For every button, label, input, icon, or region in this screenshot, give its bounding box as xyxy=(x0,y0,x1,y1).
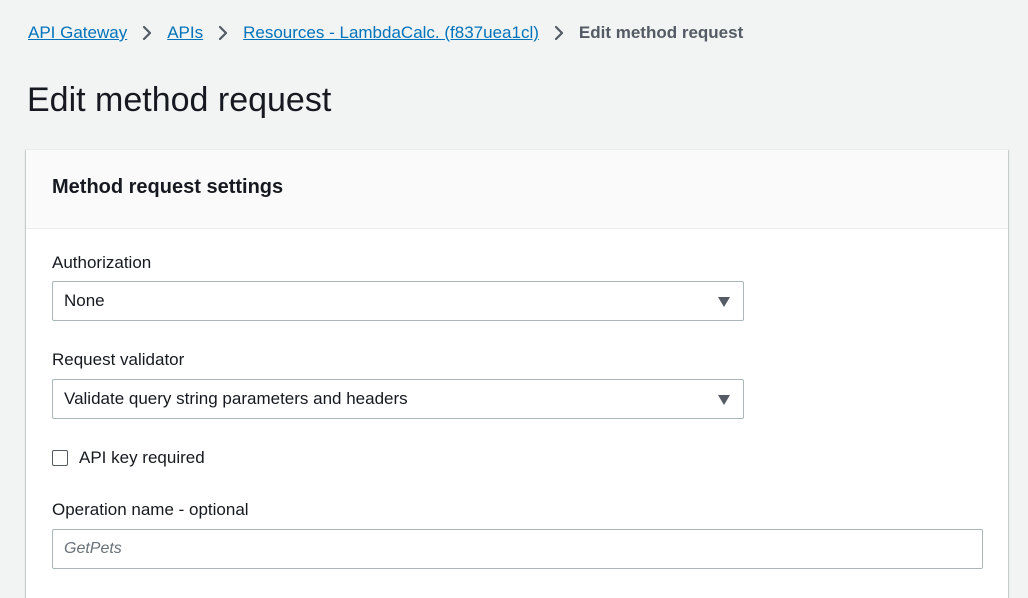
method-request-settings-panel: Method request settings Authorization No… xyxy=(26,149,1008,598)
panel-header: Method request settings xyxy=(26,150,1008,229)
chevron-right-icon xyxy=(203,22,243,44)
chevron-right-icon xyxy=(539,22,579,44)
caret-down-icon xyxy=(717,394,731,406)
operation-name-label: Operation name - optional xyxy=(52,500,249,519)
breadcrumb-current: Edit method request xyxy=(578,23,744,42)
breadcrumb-link-resources[interactable]: Resources - LambdaCalc. (f837uea1cl) xyxy=(243,22,539,44)
api-key-required-row[interactable]: API key required xyxy=(52,447,205,469)
breadcrumb-link-api-gateway[interactable]: API Gateway xyxy=(28,22,127,44)
edit-method-request-page: API Gateway APIs Resources - LambdaCalc.… xyxy=(0,0,1028,598)
page-title: Edit method request xyxy=(27,81,332,119)
chevron-right-icon xyxy=(127,22,167,44)
caret-down-icon xyxy=(717,296,731,308)
authorization-select-value: None xyxy=(64,291,105,310)
breadcrumb-link-apis[interactable]: APIs xyxy=(167,22,203,44)
request-validator-select[interactable]: Validate query string parameters and hea… xyxy=(52,379,744,419)
breadcrumb: API Gateway APIs Resources - LambdaCalc.… xyxy=(28,22,743,44)
api-key-required-checkbox[interactable] xyxy=(52,450,68,466)
panel-title: Method request settings xyxy=(52,176,284,198)
api-key-required-label: API key required xyxy=(79,448,205,467)
authorization-label: Authorization xyxy=(52,253,152,272)
authorization-select[interactable]: None xyxy=(52,281,744,321)
operation-name-input[interactable] xyxy=(52,529,983,569)
request-validator-select-value: Validate query string parameters and hea… xyxy=(64,389,408,408)
request-validator-label: Request validator xyxy=(52,350,185,369)
